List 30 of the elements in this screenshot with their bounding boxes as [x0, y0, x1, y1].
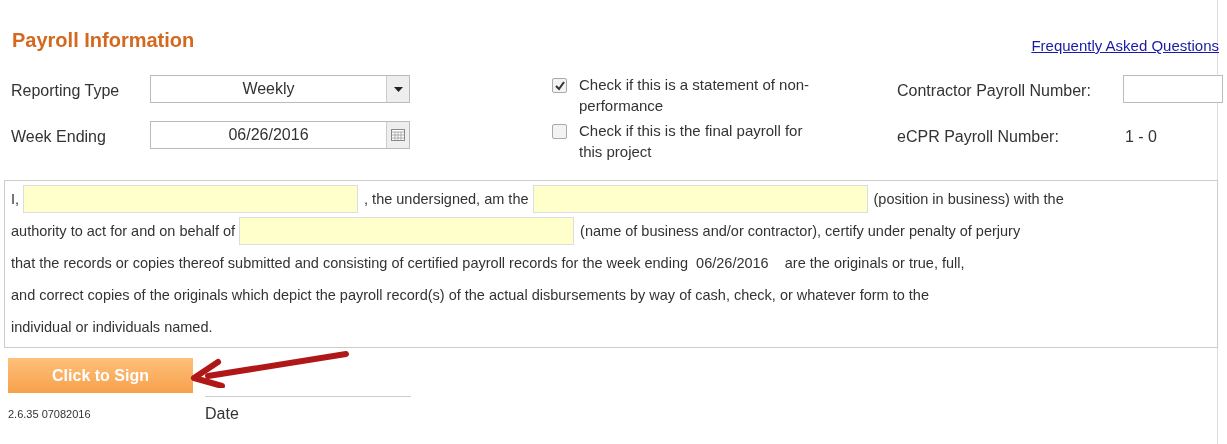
certification-text: , the undersigned, am the	[364, 190, 529, 209]
certification-text: I,	[11, 190, 20, 209]
date-label: Date	[205, 405, 239, 423]
certification-text: that the records or copies thereof submitted and consisting of certified payroll records for the week ending 06/26/2016 are the originals or true, full,	[11, 254, 965, 273]
faq-link[interactable]: Frequently Asked Questions	[1031, 37, 1219, 54]
checkbox[interactable]	[552, 78, 567, 93]
text-field[interactable]	[23, 185, 359, 213]
field-label: Contractor Payroll Number:	[897, 81, 1092, 100]
text-field[interactable]	[532, 185, 868, 213]
calendar-icon	[391, 129, 405, 141]
field-label: eCPR Payroll Number:	[897, 127, 1060, 146]
certification-text: individual or individuals named.	[11, 318, 213, 337]
payroll-number-value: 1 - 0	[1125, 127, 1158, 146]
field-label: Week Ending	[11, 127, 107, 146]
checkbox-label: Check if this is the final payroll for this project	[579, 121, 804, 162]
field-label: Reporting Type	[11, 81, 121, 100]
certification-text: (name of business and/or contractor), certify under penalty of perjury	[580, 222, 1021, 241]
contractor-payroll-number-field[interactable]	[1123, 75, 1223, 103]
text-field[interactable]	[239, 217, 575, 245]
checkbox[interactable]	[552, 124, 567, 139]
certification-text: (position in business) with the	[873, 190, 1064, 209]
certification-text: authority to act for and on behalf of	[11, 222, 236, 241]
checkbox-label: Check if this is a statement of non-performance	[579, 75, 811, 116]
reporting-type-dropdown[interactable]: Weekly	[150, 75, 410, 103]
version-text: 2.6.35 07082016	[8, 408, 92, 420]
date-field[interactable]: 06/26/2016	[150, 121, 410, 149]
arrow-icon	[188, 348, 350, 388]
page-title: Payroll Information	[12, 29, 195, 52]
certification-text: and correct copies of the originals which depict the payroll record(s) of the actual disbursements by way of cash, check, or whatever form to the	[11, 286, 929, 305]
dropdown-arrow-icon	[393, 86, 403, 92]
